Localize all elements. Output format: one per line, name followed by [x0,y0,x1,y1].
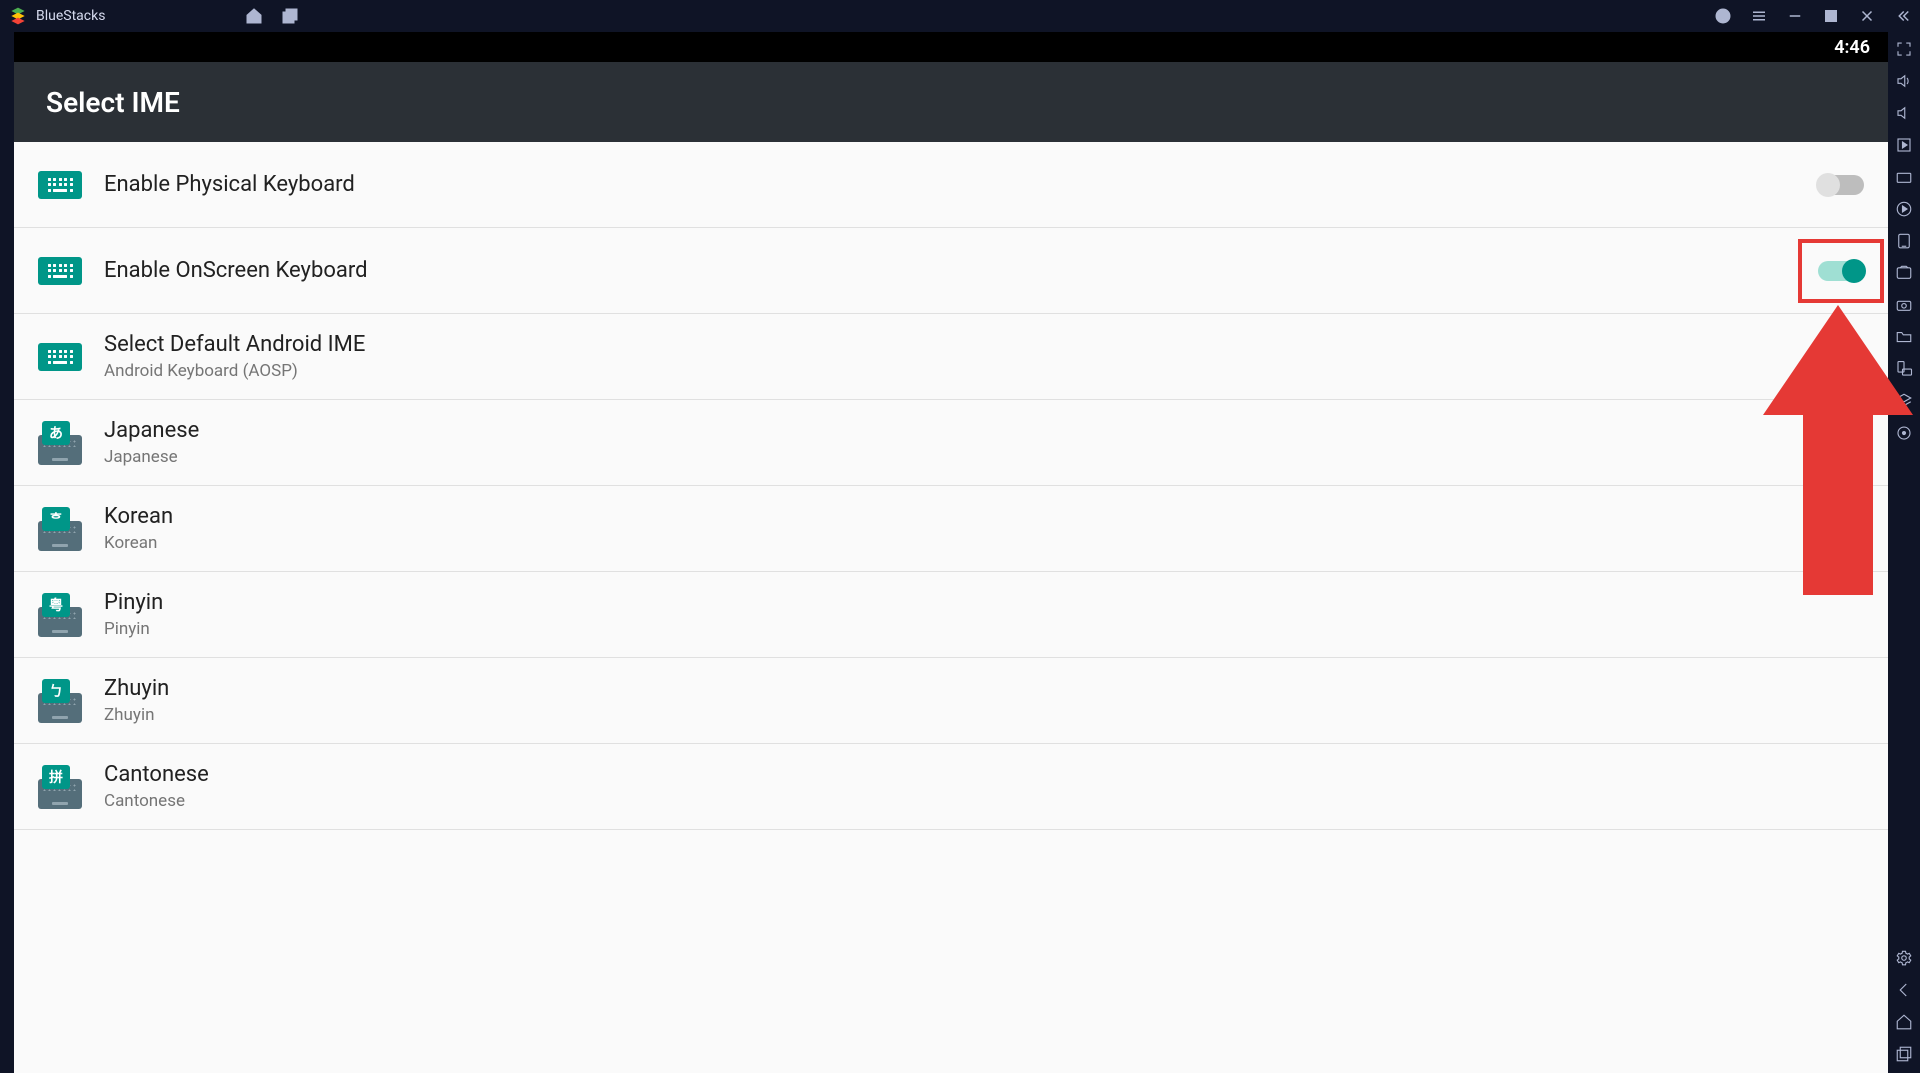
keyboard-icon [38,171,82,199]
settings-row-japanese[interactable]: あ Japanese Japanese [14,400,1888,486]
maximize-icon[interactable] [1822,7,1840,25]
settings-row-pinyin[interactable]: 粤 Pinyin Pinyin [14,572,1888,658]
row-title: Enable OnScreen Keyboard [104,258,367,283]
settings-row-default[interactable]: Select Default Android IME Android Keyboa… [14,314,1888,400]
keyboard-icon [38,257,82,285]
app-logo-group: BlueStacks [8,6,105,26]
screenshot-icon[interactable] [1895,264,1913,282]
row-title: Japanese [104,418,199,443]
row-title: Select Default Android IME [104,332,365,357]
keyboard-icon [38,343,82,371]
multi-instance-icon[interactable] [281,7,299,25]
settings-row-onscreen[interactable]: Enable OnScreen Keyboard [14,228,1888,314]
media-play-icon[interactable] [1895,136,1913,154]
language-keyboard-icon: ᄒ [38,507,82,551]
row-subtitle: Japanese [104,447,199,467]
settings-row-physical[interactable]: Enable Physical Keyboard [14,142,1888,228]
highlight-box [1798,239,1884,303]
row-text: Zhuyin Zhuyin [104,676,169,725]
row-title: Cantonese [104,762,209,787]
install-apk-icon[interactable] [1895,232,1913,250]
home-icon[interactable] [245,7,263,25]
row-text: Enable OnScreen Keyboard [104,258,367,283]
status-clock: 4:46 [1834,37,1870,58]
settings-row-korean[interactable]: ᄒ Korean Korean [14,486,1888,572]
row-subtitle: Pinyin [104,619,163,639]
language-keyboard-icon: ㄅ [38,679,82,723]
volume-up-icon[interactable] [1895,72,1913,90]
attention-arrow-icon [1763,305,1913,595]
row-text: Select Default Android IME Android Keyboa… [104,332,365,381]
language-keyboard-icon: 拼 [38,765,82,809]
row-title: Zhuyin [104,676,169,701]
keyboard-controls-icon[interactable] [1895,168,1913,186]
home-nav-icon[interactable] [1895,1013,1913,1031]
row-text: Enable Physical Keyboard [104,172,355,197]
bluestacks-logo-icon [8,6,28,26]
row-subtitle: Korean [104,533,173,553]
app-title: BlueStacks [36,8,105,24]
settings-list: Enable Physical Keyboard Enable OnScreen … [14,142,1888,1073]
row-text: Japanese Japanese [104,418,199,467]
record-icon[interactable] [1895,200,1913,218]
row-text: Cantonese Cantonese [104,762,209,811]
language-keyboard-icon: あ [38,421,82,465]
row-title: Korean [104,504,173,529]
recents-nav-icon[interactable] [1895,1045,1913,1063]
language-keyboard-icon: 粤 [38,593,82,637]
fullscreen-icon[interactable] [1895,40,1913,58]
close-icon[interactable] [1858,7,1876,25]
row-subtitle: Zhuyin [104,705,169,725]
row-text: Pinyin Pinyin [104,590,163,639]
row-subtitle: Cantonese [104,791,209,811]
row-text: Korean Korean [104,504,173,553]
menu-icon[interactable] [1750,7,1768,25]
settings-icon[interactable] [1895,949,1913,967]
android-status-bar: 4:46 [14,32,1888,62]
help-icon[interactable] [1714,7,1732,25]
titlebar: BlueStacks [0,0,1920,32]
page-header: Select IME [14,62,1888,142]
page-title: Select IME [46,86,180,119]
minimize-icon[interactable] [1786,7,1804,25]
back-nav-icon[interactable] [1895,981,1913,999]
collapse-sidebar-icon[interactable] [1894,7,1912,25]
row-title: Pinyin [104,590,163,615]
settings-row-cantonese[interactable]: 拼 Cantonese Cantonese [14,744,1888,830]
toggle-physical[interactable] [1818,175,1864,195]
row-title: Enable Physical Keyboard [104,172,355,197]
emulator-viewport: 4:46 Select IME Enable Physical Keyboard… [14,32,1888,1073]
row-subtitle: Android Keyboard (AOSP) [104,361,365,381]
volume-down-icon[interactable] [1895,104,1913,122]
settings-row-zhuyin[interactable]: ㄅ Zhuyin Zhuyin [14,658,1888,744]
